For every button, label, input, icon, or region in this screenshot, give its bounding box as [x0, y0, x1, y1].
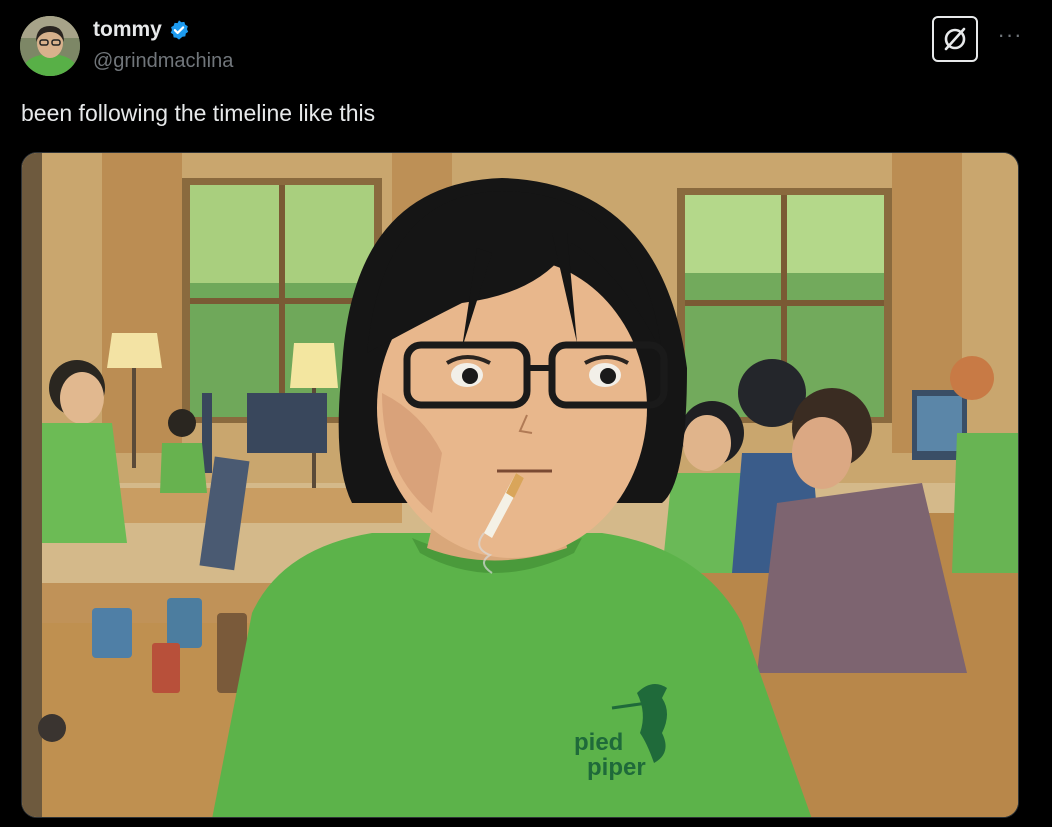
- tweet-media-image[interactable]: pied piper: [21, 152, 1019, 818]
- grok-icon: [944, 27, 966, 51]
- shirt-logo-line1: pied: [574, 729, 623, 756]
- avatar[interactable]: [20, 16, 80, 76]
- avatar-image: [20, 16, 80, 76]
- illustration: pied piper: [22, 153, 1018, 817]
- name-row: tommy: [93, 18, 190, 42]
- tweet-text: been following the timeline like this: [21, 100, 376, 126]
- display-name[interactable]: tommy: [93, 18, 162, 42]
- user-handle[interactable]: @grindmachina: [93, 50, 233, 73]
- tweet-header: tommy @grindmachina ···: [20, 14, 1032, 78]
- more-icon[interactable]: ···: [992, 22, 1028, 52]
- shirt-logo-line2: piper: [587, 754, 646, 781]
- verified-badge-icon: [170, 20, 189, 40]
- grok-button[interactable]: [932, 16, 978, 62]
